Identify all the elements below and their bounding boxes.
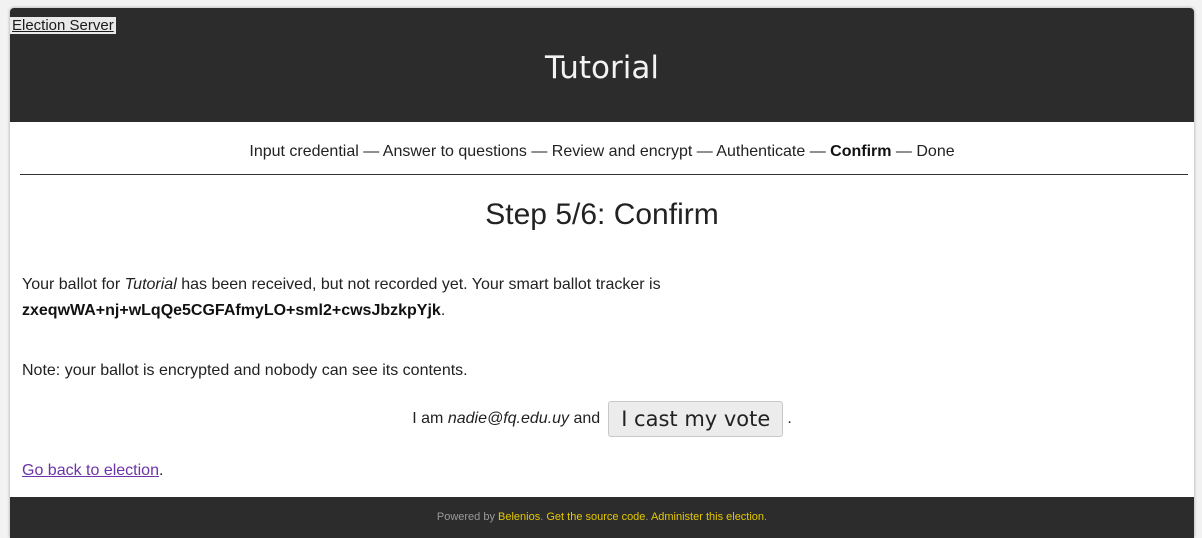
step-confirm-current: Confirm	[830, 143, 892, 160]
source-code-link[interactable]: Get the source code	[546, 511, 645, 523]
step-breadcrumb: Input credential — Answer to questions —…	[10, 143, 1194, 161]
step-heading: Step 5/6: Confirm	[485, 198, 719, 231]
step-separator: —	[692, 143, 717, 160]
cast-vote-button[interactable]: I cast my vote	[608, 401, 784, 437]
step-separator: —	[358, 143, 383, 160]
step-separator: —	[805, 143, 831, 160]
go-back-line: Go back to election.	[22, 462, 163, 480]
ballot-received-message: Your ballot for Tutorial has been receiv…	[22, 272, 1172, 324]
step-authenticate: Authenticate	[716, 143, 806, 160]
smart-ballot-tracker: zxeqwWA+nj+wLqQe5CGFAfmyLO+sml2+cwsJbzkp…	[22, 302, 441, 319]
tracker-end: .	[440, 302, 446, 319]
page-frame: Election Server Tutorial Input credentia…	[10, 8, 1194, 538]
belenios-link[interactable]: Belenios	[498, 511, 540, 523]
received-suffix: has been received, but not recorded yet.…	[176, 276, 661, 293]
go-back-link[interactable]: Go back to election	[22, 462, 159, 479]
go-back-end: .	[158, 462, 164, 479]
header-bar: Election Server Tutorial	[10, 8, 1194, 122]
page-title: Tutorial	[545, 50, 659, 86]
administer-election-link[interactable]: Administer this election	[651, 511, 764, 523]
footer-bar: Powered by Belenios. Get the source code…	[10, 497, 1194, 538]
iam-prefix: I am	[412, 410, 444, 427]
breadcrumb-divider	[20, 174, 1188, 175]
step-input-credential: Input credential	[249, 143, 359, 160]
powered-by-text: Powered by	[436, 511, 499, 523]
iam-and: and	[573, 410, 601, 427]
voter-email: nadie@fq.edu.uy	[447, 410, 570, 427]
encryption-note: Note: your ballot is encrypted and nobod…	[22, 362, 468, 379]
step-answer-questions: Answer to questions	[382, 143, 527, 160]
election-server-link[interactable]: Election Server	[10, 17, 116, 34]
step-separator: —	[891, 143, 917, 160]
step-separator: —	[526, 143, 552, 160]
cast-end: .	[787, 410, 792, 427]
received-prefix: Your ballot for	[22, 276, 125, 293]
step-review-encrypt: Review and encrypt	[551, 143, 693, 160]
cast-vote-line: I am nadie@fq.edu.uy and I cast my vote …	[10, 401, 1194, 437]
step-done: Done	[916, 143, 955, 160]
footer-end: .	[764, 511, 768, 523]
election-name: Tutorial	[124, 276, 177, 293]
